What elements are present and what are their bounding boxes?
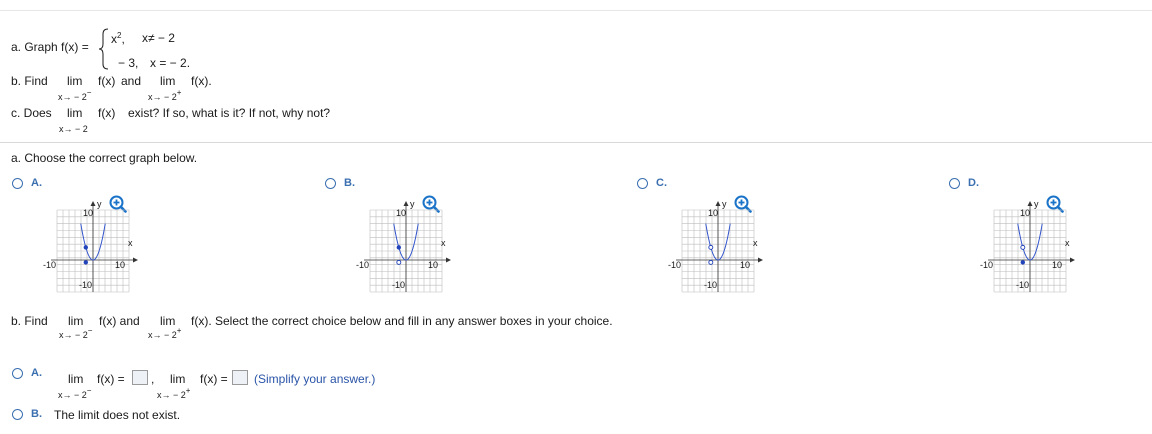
part-c-fx: f(x): [98, 106, 116, 120]
choice-a-sub-right: x→ − 2+: [157, 386, 191, 400]
choice-a-lim-left: lim: [68, 372, 84, 386]
graph-option-a-x-label: x: [128, 238, 133, 248]
graph-option-a-y-label: y: [97, 199, 102, 209]
part-b-lim-right: lim: [160, 74, 176, 88]
graph-option-c-left-tick: -10: [668, 260, 682, 270]
graph-option-b-radio[interactable]: [325, 178, 336, 189]
graph-option-c-y-label: y: [722, 199, 727, 209]
graph-option-a-top-tick: 10: [83, 208, 94, 218]
graph-option-a-letter: A.: [31, 177, 42, 189]
graph-option-d-top-tick: 10: [1020, 208, 1031, 218]
graph-option-d-right-tick: 10: [1052, 260, 1063, 270]
choice-a-fx-right: f(x) =: [200, 372, 228, 386]
section-b-sub-left: x→ − 2−: [59, 326, 93, 340]
choice-a-sub-left: x→ − 2−: [58, 386, 92, 400]
graph-option-c-top-tick: 10: [708, 208, 719, 218]
piece2-condition: x = − 2.: [150, 56, 191, 70]
graph-option-c-right-tick: 10: [740, 260, 751, 270]
part-b-fx-right: f(x).: [191, 74, 212, 88]
part-b-label: b. Find: [11, 74, 48, 88]
part-b-and: and: [121, 74, 142, 88]
section-b-lim-left: lim: [68, 314, 84, 328]
graph-option-b-top-tick: 10: [396, 208, 407, 218]
graph-option-d-y-label: y: [1034, 199, 1039, 209]
part-b-sub-right: x→ − 2+: [148, 88, 182, 102]
section-b-label: b. Find: [11, 314, 48, 328]
graph-option-a-radio[interactable]: [12, 178, 23, 189]
graph-option-d-bottom-tick: -10: [1016, 280, 1030, 290]
choice-a-fx-left: f(x) =: [97, 372, 125, 386]
part-b-lim-left: lim: [67, 74, 83, 88]
graph-option-b-right-tick: 10: [428, 260, 439, 270]
piece1-expression: x2,: [111, 31, 125, 46]
graph-option-c-radio[interactable]: [637, 178, 648, 189]
section-b-sub-right: x→ − 2+: [148, 326, 182, 340]
part-c-question: exist? If so, what is it? If not, why no…: [128, 106, 331, 120]
graph-option-d-letter: D.: [968, 177, 979, 189]
section-divider: [0, 142, 1152, 143]
choice-a-letter: A.: [31, 367, 42, 379]
graph-option-a-left-tick: -10: [43, 260, 57, 270]
piecewise-brace: [98, 28, 109, 70]
graph-option-b-letter: B.: [344, 177, 355, 189]
graph-option-a-right-tick: 10: [115, 260, 126, 270]
graph-option-b-bottom-tick: -10: [392, 280, 406, 290]
piece1-condition: x≠ − 2: [142, 31, 175, 45]
part-c-sub: x→ − 2: [59, 124, 88, 134]
graph-option-c-x-label: x: [753, 238, 758, 248]
graph-option-d-radio[interactable]: [949, 178, 960, 189]
graph-option-d-left-tick: -10: [980, 260, 994, 270]
section-b-fx-and: f(x) and: [99, 314, 140, 328]
right-limit-answer-box[interactable]: [232, 370, 248, 385]
top-divider: [0, 10, 1152, 11]
graph-option-b-x-label: x: [441, 238, 446, 248]
simplify-hint: (Simplify your answer.): [254, 372, 376, 386]
part-c-lim: lim: [67, 106, 83, 120]
part-b-fx-left: f(x): [98, 74, 116, 88]
choice-b-text: The limit does not exist.: [54, 408, 181, 422]
part-c-label: c. Does: [11, 106, 52, 120]
graph-option-a-bottom-tick: -10: [79, 280, 93, 290]
choice-b-letter: B.: [31, 408, 42, 420]
part-a-label: a. Graph f(x) =: [11, 40, 89, 54]
section-a-prompt: a. Choose the correct graph below.: [11, 151, 198, 165]
part-b-sub-left: x→ − 2−: [58, 88, 92, 102]
graph-option-c-letter: C.: [656, 177, 667, 189]
graph-option-c-bottom-tick: -10: [704, 280, 718, 290]
graph-option-b-left-tick: -10: [356, 260, 370, 270]
choice-a-comma: ,: [151, 372, 155, 386]
section-b-lim-right: lim: [160, 314, 176, 328]
choice-b-radio[interactable]: [12, 409, 23, 420]
left-limit-answer-box[interactable]: [132, 370, 148, 385]
graph-option-d-x-label: x: [1065, 238, 1070, 248]
choice-a-radio[interactable]: [12, 368, 23, 379]
piece1-exponent: 2: [117, 31, 122, 40]
graph-option-b-y-label: y: [410, 199, 415, 209]
section-b-instructions: f(x). Select the correct choice below an…: [191, 314, 613, 328]
choice-a-lim-right: lim: [170, 372, 186, 386]
piece2-expression: − 3,: [118, 56, 139, 70]
